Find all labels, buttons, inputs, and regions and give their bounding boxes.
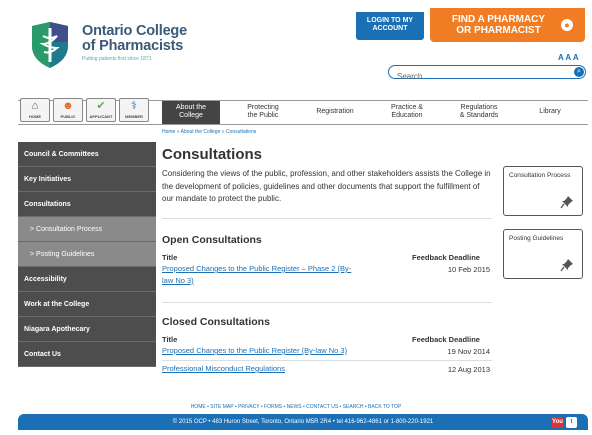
audience-member-button[interactable]: ⚕ MEMBER bbox=[119, 98, 149, 122]
sidebar-item-niagara-apothecary[interactable]: Niagara Apothecary bbox=[18, 317, 156, 342]
nav-divider-bottom bbox=[18, 124, 588, 125]
home-icon: ⌂ bbox=[31, 100, 39, 112]
search-box: ⌕ bbox=[388, 65, 586, 83]
sidebar-item-posting-guidelines[interactable]: > Posting Guidelines bbox=[18, 242, 156, 267]
nav-label-line2: & Standards bbox=[459, 112, 499, 119]
nav-label-line2: the Public bbox=[247, 112, 279, 119]
audience-label: MEMBER bbox=[125, 114, 143, 119]
sidebar: Council & Committees Key Initiatives Con… bbox=[18, 142, 156, 367]
check-icon: ✔ bbox=[96, 100, 106, 112]
sidebar-item-consultations[interactable]: Consultations bbox=[18, 192, 156, 217]
find-line1: FIND A PHARMACY bbox=[451, 14, 546, 25]
nav-label-line2: Education bbox=[391, 112, 423, 119]
card-title: Consultation Process bbox=[509, 172, 571, 179]
map-pin-icon: ● bbox=[561, 19, 573, 31]
login-button[interactable]: LOGIN TO MY ACCOUNT bbox=[356, 12, 424, 40]
audience-home-button[interactable]: ⌂ HOME bbox=[20, 98, 50, 122]
brand-name[interactable]: Ontario College of Pharmacists bbox=[82, 24, 187, 54]
brand-name-line2: of Pharmacists bbox=[82, 38, 184, 54]
nav-label-line1: Registration bbox=[316, 108, 354, 115]
open-consultation-deadline: 10 Feb 2015 bbox=[447, 265, 490, 274]
audience-label: PUBLIC bbox=[60, 114, 76, 119]
nav-practice-education[interactable]: Practice & Education bbox=[376, 101, 438, 124]
intro-text: Considering the views of the public, pro… bbox=[162, 169, 491, 203]
people-icon: ☻ bbox=[62, 100, 74, 112]
pushpin-icon bbox=[560, 259, 573, 272]
nav-protecting-the-public[interactable]: Protecting the Public bbox=[232, 101, 294, 124]
footer-links[interactable]: HOME • SITE MAP • PRIVACY • FORMS • NEWS… bbox=[0, 404, 592, 410]
audience-applicant-button[interactable]: ✔ APPLICANT bbox=[86, 98, 116, 122]
open-col-deadline: Feedback Deadline bbox=[412, 253, 480, 262]
divider bbox=[162, 218, 492, 219]
sidebar-item-work-at-the-college[interactable]: Work at the College bbox=[18, 292, 156, 317]
sidebar-item-council-committees[interactable]: Council & Committees bbox=[18, 142, 156, 167]
breadcrumb[interactable]: Home » About the College » Consultations bbox=[162, 129, 256, 135]
sidebar-item-key-initiatives[interactable]: Key Initiatives bbox=[18, 167, 156, 192]
link-line2: law No 3) bbox=[162, 276, 194, 285]
nav-label-line1: Library bbox=[539, 108, 561, 115]
find-line2: OR PHARMACIST bbox=[456, 25, 541, 36]
open-consultations-heading: Open Consultations bbox=[162, 234, 262, 246]
divider bbox=[162, 302, 492, 303]
closed-col-title: Title bbox=[162, 335, 178, 344]
sidebar-item-contact-us[interactable]: Contact Us bbox=[18, 342, 156, 367]
nav-regulations-standards[interactable]: Regulations & Standards bbox=[448, 101, 510, 124]
twitter-icon[interactable]: t bbox=[566, 417, 577, 428]
nav-label-line1: About the bbox=[176, 104, 206, 111]
divider bbox=[162, 360, 492, 361]
consultation-process-card[interactable]: Consultation Process bbox=[503, 166, 583, 216]
brand-name-line1: Ontario College bbox=[82, 23, 187, 39]
search-icon[interactable]: ⌕ bbox=[574, 67, 584, 77]
link-line1: Proposed Changes to the Public Register … bbox=[162, 264, 352, 273]
closed-consultation-link[interactable]: Proposed Changes to the Public Register … bbox=[162, 345, 347, 357]
audience-label: HOME bbox=[29, 114, 41, 119]
pharmacist-icon: ⚕ bbox=[131, 100, 137, 112]
closed-consultation-deadline: 12 Aug 2013 bbox=[447, 365, 490, 374]
footer-bar: © 2015 OCP • 483 Huron Street, Toronto, … bbox=[18, 414, 588, 430]
nav-registration[interactable]: Registration bbox=[304, 101, 366, 124]
brand-tagline: Putting patients first since 1871 bbox=[82, 56, 152, 62]
font-size-control[interactable]: A A A bbox=[558, 53, 579, 62]
nav-label-line1: Practice & bbox=[391, 104, 423, 111]
closed-consultation-link[interactable]: Professional Misconduct Regulations bbox=[162, 363, 285, 375]
closed-col-deadline: Feedback Deadline bbox=[412, 335, 480, 344]
page-title: Consultations bbox=[162, 146, 262, 163]
nav-about-the-college[interactable]: About the College bbox=[162, 101, 220, 124]
closed-consultation-deadline: 19 Nov 2014 bbox=[447, 347, 490, 356]
copyright-text: © 2015 OCP • 483 Huron Street, Toronto, … bbox=[172, 419, 434, 425]
nav-label-line1: Protecting bbox=[247, 104, 279, 111]
login-label: LOGIN TO MY ACCOUNT bbox=[366, 17, 414, 32]
nav-library[interactable]: Library bbox=[522, 101, 578, 124]
nav-label-line2: College bbox=[179, 112, 203, 119]
search-input[interactable] bbox=[389, 70, 569, 83]
nav-label-line1: Regulations bbox=[460, 104, 498, 111]
card-title: Posting Guidelines bbox=[509, 235, 564, 242]
ocp-logo-icon[interactable] bbox=[30, 22, 70, 68]
sidebar-item-accessibility[interactable]: Accessibility bbox=[18, 267, 156, 292]
sidebar-item-consultation-process[interactable]: > Consultation Process bbox=[18, 217, 156, 242]
audience-label: APPLICANT bbox=[89, 114, 113, 119]
audience-public-button[interactable]: ☻ PUBLIC bbox=[53, 98, 83, 122]
open-col-title: Title bbox=[162, 253, 178, 262]
pushpin-icon bbox=[560, 196, 573, 209]
youtube-icon[interactable]: You bbox=[552, 417, 563, 428]
posting-guidelines-card[interactable]: Posting Guidelines bbox=[503, 229, 583, 279]
closed-consultations-heading: Closed Consultations bbox=[162, 316, 270, 328]
open-consultation-link[interactable]: Proposed Changes to the Public Register … bbox=[162, 263, 351, 287]
find-pharmacy-button[interactable]: FIND A PHARMACY OR PHARMACIST ● bbox=[430, 8, 585, 42]
